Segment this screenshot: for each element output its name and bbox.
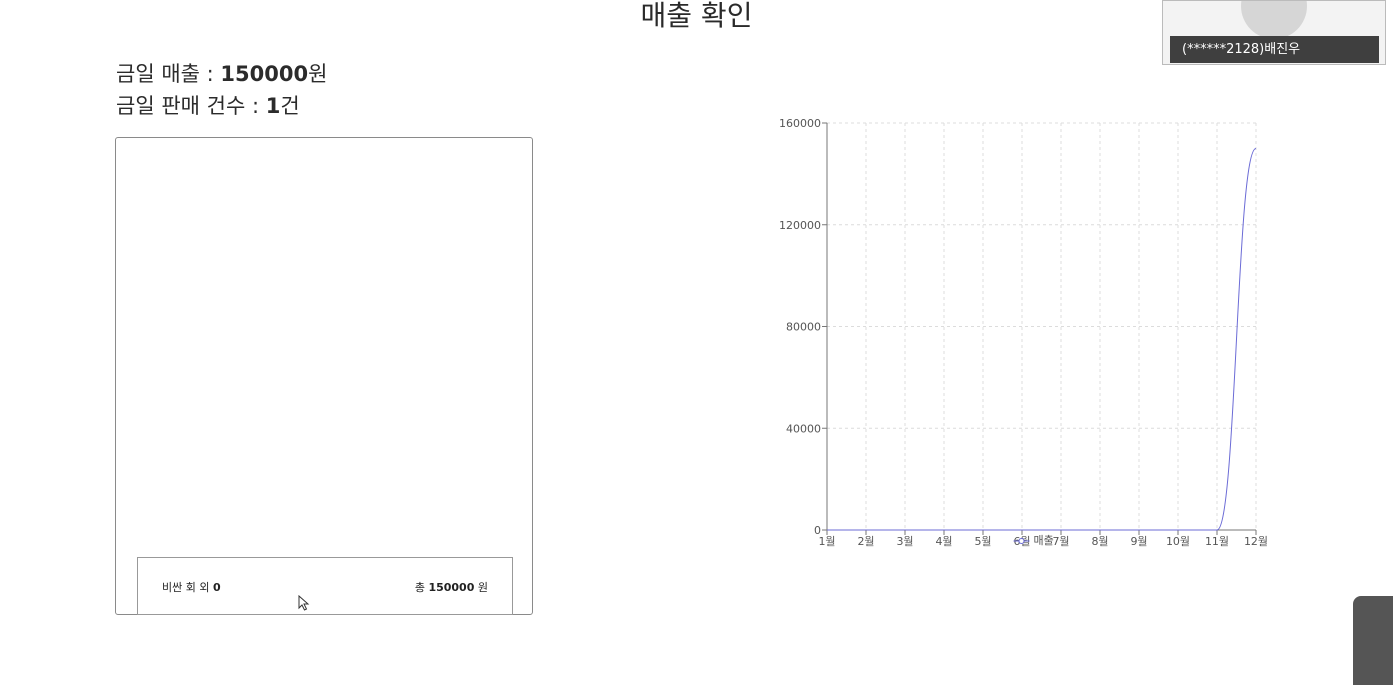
series-line xyxy=(826,147,1257,531)
participant-video-tile[interactable]: (******2128)배진우 xyxy=(1162,0,1386,65)
total-value: 150000 xyxy=(428,581,475,594)
total-label: 총 xyxy=(414,581,425,594)
x-tick-label: 4월 xyxy=(935,535,952,548)
today-sales: 금일 매출 : 150000원 xyxy=(116,58,327,90)
x-tick-label: 2월 xyxy=(857,535,874,548)
sales-list-panel[interactable]: 비싼 회 외 0 총 150000 원 xyxy=(115,137,533,615)
participant-name: (******2128)배진우 xyxy=(1170,36,1379,63)
sales-total-box: 비싼 회 외 0 총 150000 원 xyxy=(137,557,513,615)
monthly-sales-chart: 1월2월3월4월5월6월7월8월9월10월11월12월0400008000012… xyxy=(779,117,1268,548)
x-tick-label: 1월 xyxy=(818,535,835,548)
today-sales-value: 150000 xyxy=(220,62,309,86)
y-tick-label: 0 xyxy=(814,524,821,537)
x-tick-label: 8월 xyxy=(1091,535,1108,548)
today-count-unit: 건 xyxy=(280,94,300,118)
today-sales-label: 금일 매출 : xyxy=(116,62,221,86)
x-tick-label: 12월 xyxy=(1244,535,1268,548)
y-tick-label: 160000 xyxy=(779,117,821,130)
y-tick-label: 40000 xyxy=(786,422,821,435)
item-summary: 비싼 회 외 0 xyxy=(162,579,221,595)
item-summary-label: 비싼 회 외 xyxy=(162,581,210,594)
x-tick-label: 10월 xyxy=(1166,535,1190,548)
legend-marker-icon xyxy=(1018,538,1025,544)
x-tick-label: 7월 xyxy=(1052,535,1069,548)
side-panel-handle[interactable] xyxy=(1353,596,1393,685)
today-sales-unit: 원 xyxy=(308,62,328,86)
x-tick-label: 11월 xyxy=(1205,535,1229,548)
y-tick-label: 80000 xyxy=(786,321,821,334)
chart-series xyxy=(826,147,1257,531)
today-count: 금일 판매 건수 : 1건 xyxy=(116,90,327,122)
chart-grid xyxy=(826,122,1257,531)
avatar xyxy=(1241,1,1307,39)
chart-axes: 1월2월3월4월5월6월7월8월9월10월11월12월0400008000012… xyxy=(779,117,1268,548)
x-tick-label: 9월 xyxy=(1130,535,1147,548)
mouse-cursor-icon xyxy=(298,595,310,611)
total-amount: 총 150000 원 xyxy=(415,579,488,595)
y-tick-label: 120000 xyxy=(779,219,821,232)
item-summary-value: 0 xyxy=(212,581,221,594)
legend-label: 매출 xyxy=(1034,534,1054,547)
x-tick-label: 3월 xyxy=(896,535,913,548)
total-unit: 원 xyxy=(477,581,488,594)
x-tick-label: 5월 xyxy=(974,535,991,548)
today-count-label: 금일 판매 건수 : xyxy=(116,94,266,118)
sales-summary: 금일 매출 : 150000원 금일 판매 건수 : 1건 xyxy=(116,58,327,122)
today-count-value: 1 xyxy=(265,94,281,118)
